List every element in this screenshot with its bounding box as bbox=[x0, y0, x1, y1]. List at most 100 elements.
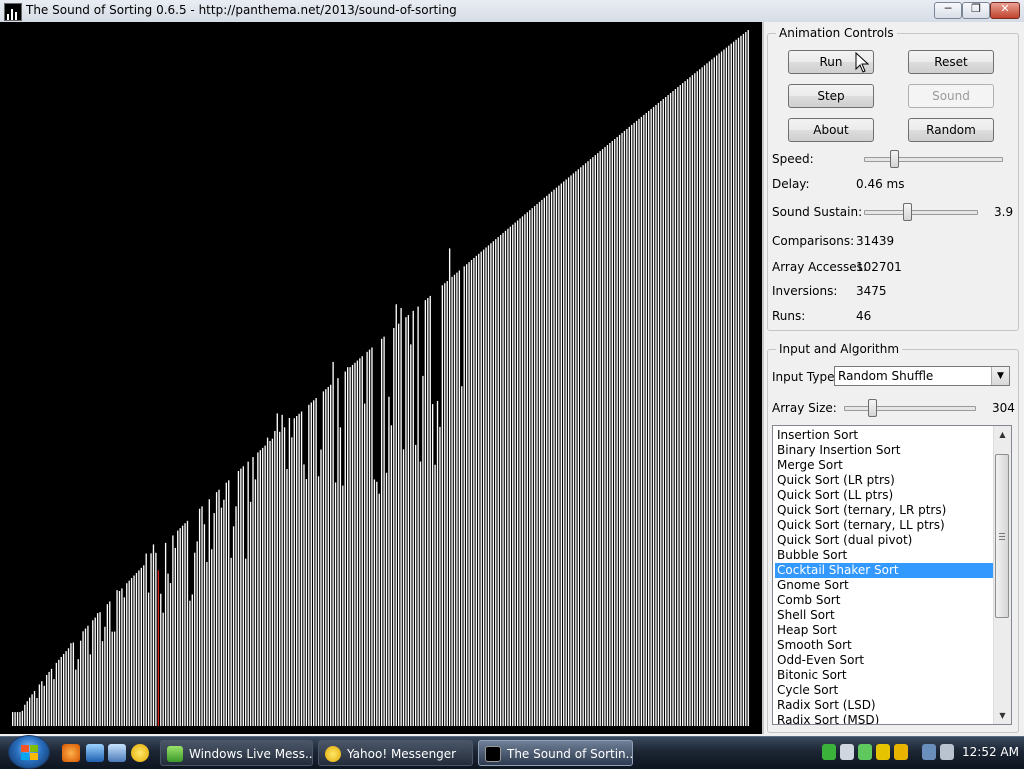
array-bar bbox=[478, 253, 480, 727]
array-bar bbox=[191, 594, 193, 726]
sound-sustain-label: Sound Sustain: bbox=[772, 205, 863, 219]
array-bar bbox=[725, 47, 728, 727]
array-bar bbox=[28, 697, 31, 726]
show-desktop-icon[interactable] bbox=[86, 744, 104, 762]
task-sound-of-sorting[interactable]: The Sound of Sortin... bbox=[478, 740, 633, 766]
algorithm-item[interactable]: Odd-Even Sort bbox=[775, 653, 995, 668]
algorithm-item[interactable]: Shell Sort bbox=[775, 608, 995, 623]
array-bar bbox=[373, 479, 376, 726]
sound-button[interactable]: Sound bbox=[908, 84, 994, 108]
algorithm-item[interactable]: Bubble Sort bbox=[775, 548, 995, 563]
reset-button[interactable]: Reset bbox=[908, 50, 994, 74]
array-bar bbox=[456, 272, 458, 726]
chevron-down-icon[interactable]: ▼ bbox=[991, 367, 1009, 385]
array-bar bbox=[397, 323, 400, 726]
algorithm-item[interactable]: Smooth Sort bbox=[775, 638, 995, 653]
scroll-down-icon[interactable]: ▼ bbox=[994, 707, 1011, 724]
firefox-icon[interactable] bbox=[62, 744, 80, 762]
minimize-button[interactable]: ─ bbox=[934, 2, 962, 19]
algorithm-item[interactable]: Radix Sort (LSD) bbox=[775, 698, 995, 713]
array-bar bbox=[167, 573, 169, 726]
algorithm-item[interactable]: Radix Sort (MSD) bbox=[775, 713, 995, 724]
array-bar bbox=[198, 508, 201, 726]
random-button[interactable]: Random bbox=[908, 118, 994, 142]
maximize-button[interactable]: ❐ bbox=[962, 2, 990, 19]
tray-yahoo-icon[interactable] bbox=[876, 744, 890, 760]
array-bar bbox=[169, 583, 172, 726]
algorithm-list[interactable]: Radix Sort (MSD) Radix Sort (LSD) Cycle So… bbox=[772, 425, 1012, 725]
algorithm-item[interactable]: Insertion Sort bbox=[775, 428, 995, 443]
array-bar bbox=[84, 628, 87, 726]
algorithm-list-scrollbar[interactable]: ▲ ▼ bbox=[993, 426, 1011, 724]
input-type-select[interactable]: Random Shuffle ▼ bbox=[834, 366, 1010, 386]
tray-messenger-icon[interactable] bbox=[822, 744, 836, 760]
network-icon[interactable] bbox=[922, 744, 936, 760]
switch-windows-icon[interactable] bbox=[108, 744, 126, 762]
array-bar bbox=[543, 197, 545, 727]
array-bar bbox=[614, 138, 616, 727]
array-bar bbox=[194, 552, 196, 726]
array-size-slider-thumb[interactable] bbox=[868, 399, 878, 417]
scrollbar-thumb[interactable] bbox=[995, 454, 1009, 618]
sustain-slider-thumb[interactable] bbox=[903, 203, 913, 221]
sustain-slider-track[interactable] bbox=[864, 210, 978, 215]
algorithm-item[interactable]: Bitonic Sort bbox=[775, 668, 995, 683]
title-bar[interactable]: The Sound of Sorting 0.6.5 - http://pant… bbox=[0, 0, 1024, 23]
clock[interactable]: 12:52 AM bbox=[962, 745, 1019, 759]
speed-slider-track[interactable] bbox=[864, 157, 1003, 162]
scroll-up-icon[interactable]: ▲ bbox=[994, 426, 1011, 443]
algorithm-item[interactable]: Cycle Sort bbox=[775, 683, 995, 698]
task-yahoo-messenger[interactable]: Yahoo! Messenger bbox=[318, 740, 473, 766]
array-bar bbox=[55, 662, 58, 726]
array-bar bbox=[101, 641, 104, 726]
yahoo-quicklaunch-icon[interactable] bbox=[131, 744, 149, 762]
array-bar bbox=[12, 712, 14, 726]
array-bar bbox=[669, 93, 672, 726]
array-bar bbox=[36, 697, 38, 726]
array-bar bbox=[730, 43, 732, 726]
algorithm-item[interactable]: Quick Sort (ternary, LR ptrs) bbox=[775, 503, 995, 518]
array-bar bbox=[254, 479, 257, 726]
input-algorithm-legend: Input and Algorithm bbox=[776, 342, 903, 356]
array-bar bbox=[271, 438, 274, 726]
algorithm-item[interactable]: Merge Sort bbox=[775, 458, 995, 473]
algorithm-item[interactable]: Quick Sort (LL ptrs) bbox=[775, 488, 995, 503]
array-bar bbox=[162, 612, 164, 726]
algorithm-item[interactable]: Quick Sort (dual pivot) bbox=[775, 533, 995, 548]
about-button[interactable]: About bbox=[788, 118, 874, 142]
volume-muted-icon[interactable] bbox=[940, 744, 954, 760]
task-label: Yahoo! Messenger bbox=[347, 747, 457, 761]
array-bar bbox=[203, 524, 206, 726]
tray-contacts-icon[interactable] bbox=[858, 744, 872, 760]
array-bar bbox=[521, 216, 524, 726]
array-bar bbox=[672, 91, 674, 726]
array-bar bbox=[133, 575, 135, 726]
shield-icon[interactable] bbox=[894, 744, 908, 760]
algorithm-item[interactable]: Gnome Sort bbox=[775, 578, 995, 593]
close-button[interactable]: ✕ bbox=[990, 2, 1020, 19]
array-bar bbox=[381, 338, 383, 726]
algorithm-item[interactable]: Quick Sort (ternary, LL ptrs) bbox=[775, 518, 995, 533]
runs-value: 46 bbox=[856, 309, 872, 323]
step-button[interactable]: Step bbox=[788, 84, 874, 108]
algorithm-item[interactable]: Heap Sort bbox=[775, 623, 995, 638]
array-bar bbox=[716, 55, 718, 727]
array-bar bbox=[82, 631, 84, 726]
array-bar bbox=[106, 604, 109, 726]
start-button[interactable] bbox=[8, 735, 50, 769]
array-bar bbox=[70, 643, 72, 726]
array-bar bbox=[245, 558, 247, 726]
array-bar bbox=[259, 450, 261, 726]
tray-status-icon[interactable] bbox=[840, 744, 854, 760]
task-windows-live-messenger[interactable]: Windows Live Mess... bbox=[160, 740, 313, 766]
algorithm-item[interactable]: Quick Sort (LR ptrs) bbox=[775, 473, 995, 488]
array-bar bbox=[507, 228, 509, 726]
array-bar bbox=[735, 39, 737, 726]
array-bar bbox=[718, 53, 720, 726]
algorithm-item[interactable]: Comb Sort bbox=[775, 593, 995, 608]
array-bar bbox=[89, 654, 92, 726]
speed-slider-thumb[interactable] bbox=[889, 150, 899, 168]
array-size-slider-track[interactable] bbox=[844, 406, 976, 411]
algorithm-item[interactable]: Cocktail Shaker Sort bbox=[775, 563, 995, 578]
algorithm-item[interactable]: Binary Insertion Sort bbox=[775, 443, 995, 458]
